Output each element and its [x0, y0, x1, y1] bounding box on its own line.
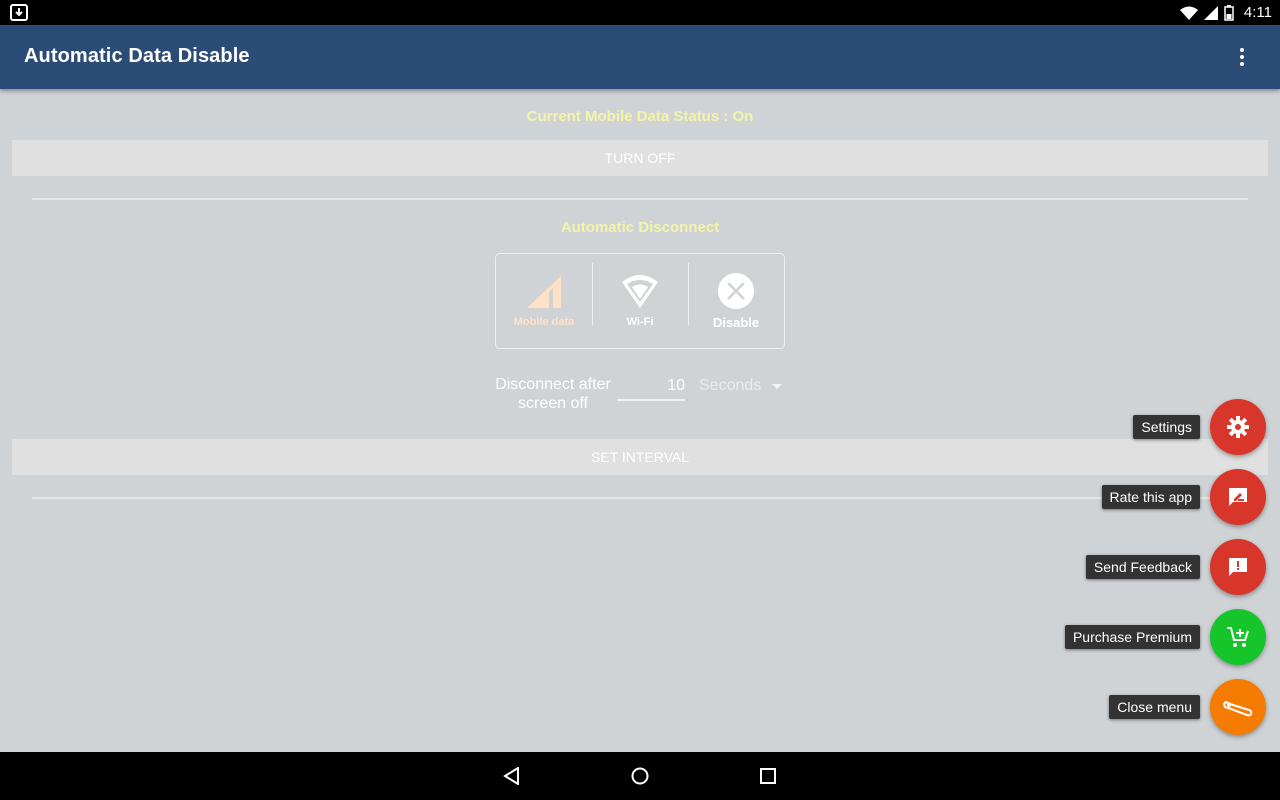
fab-label[interactable]: Rate this app	[1101, 485, 1200, 509]
mode-selector: Mobile data Wi-Fi Disable	[495, 253, 785, 349]
close-circle-icon	[718, 272, 754, 309]
feedback-icon	[1229, 558, 1247, 576]
page-title: Automatic Data Disable	[24, 45, 250, 67]
app-bar: Automatic Data Disable	[0, 25, 1280, 89]
back-icon[interactable]	[500, 764, 524, 788]
mode-label: Mobile data	[513, 316, 575, 328]
cell-signal-icon	[1203, 5, 1218, 20]
close-menu-fab[interactable]	[1210, 679, 1266, 735]
fab-label[interactable]: Send Feedback	[1085, 555, 1200, 579]
clock: 4:11	[1243, 4, 1272, 21]
fab-item-feedback[interactable]: Send Feedback	[1085, 538, 1266, 596]
wifi-icon	[622, 275, 658, 308]
status-icons: 4:11	[1179, 0, 1272, 25]
mode-disable[interactable]: Disable	[688, 261, 784, 341]
interval-input[interactable]: 10	[617, 377, 685, 401]
settings-fab[interactable]	[1210, 399, 1266, 455]
fab-item-settings[interactable]: Settings	[1133, 398, 1266, 456]
set-interval-button[interactable]: SET INTERVAL	[12, 439, 1268, 475]
overflow-menu-icon[interactable]	[1232, 45, 1252, 69]
interval-label: Disconnect after screen off	[495, 376, 611, 412]
fab-label[interactable]: Settings	[1133, 415, 1200, 439]
auto-disconnect-title: Automatic Disconnect	[560, 219, 720, 236]
divider	[32, 497, 1248, 499]
mode-label: Wi-Fi	[626, 316, 654, 328]
turn-off-button[interactable]: TURN OFF	[12, 140, 1268, 176]
fab-item-close[interactable]: Close menu	[1109, 678, 1266, 736]
rate-fab[interactable]	[1210, 469, 1266, 525]
wifi-status-icon	[1179, 6, 1198, 20]
status-bar: 4:11	[0, 0, 1280, 25]
gear-icon	[1227, 416, 1249, 438]
rate-icon	[1229, 488, 1247, 506]
chevron-down-icon[interactable]	[772, 384, 782, 389]
premium-fab[interactable]	[1210, 609, 1266, 665]
battery-icon	[1224, 4, 1234, 21]
mode-wifi[interactable]: Wi-Fi	[592, 261, 688, 341]
fab-item-rate[interactable]: Rate this app	[1101, 468, 1266, 526]
wrench-icon	[1223, 700, 1253, 717]
feedback-fab[interactable]	[1210, 539, 1266, 595]
interval-unit-select[interactable]: Seconds	[699, 377, 761, 395]
divider	[32, 198, 1248, 200]
home-icon[interactable]	[628, 764, 652, 788]
download-notification-icon	[10, 4, 28, 21]
fab-label[interactable]: Close menu	[1109, 695, 1200, 719]
fab-item-premium[interactable]: Purchase Premium	[1064, 608, 1266, 666]
mode-mobile-data[interactable]: Mobile data	[496, 261, 592, 341]
navigation-bar	[0, 752, 1280, 800]
fab-label[interactable]: Purchase Premium	[1064, 625, 1200, 649]
data-status-text: Current Mobile Data Status : On	[526, 108, 754, 125]
mode-label: Disable	[712, 314, 760, 330]
recents-icon[interactable]	[756, 764, 780, 788]
cart-add-icon	[1227, 627, 1249, 647]
signal-icon	[527, 276, 561, 308]
